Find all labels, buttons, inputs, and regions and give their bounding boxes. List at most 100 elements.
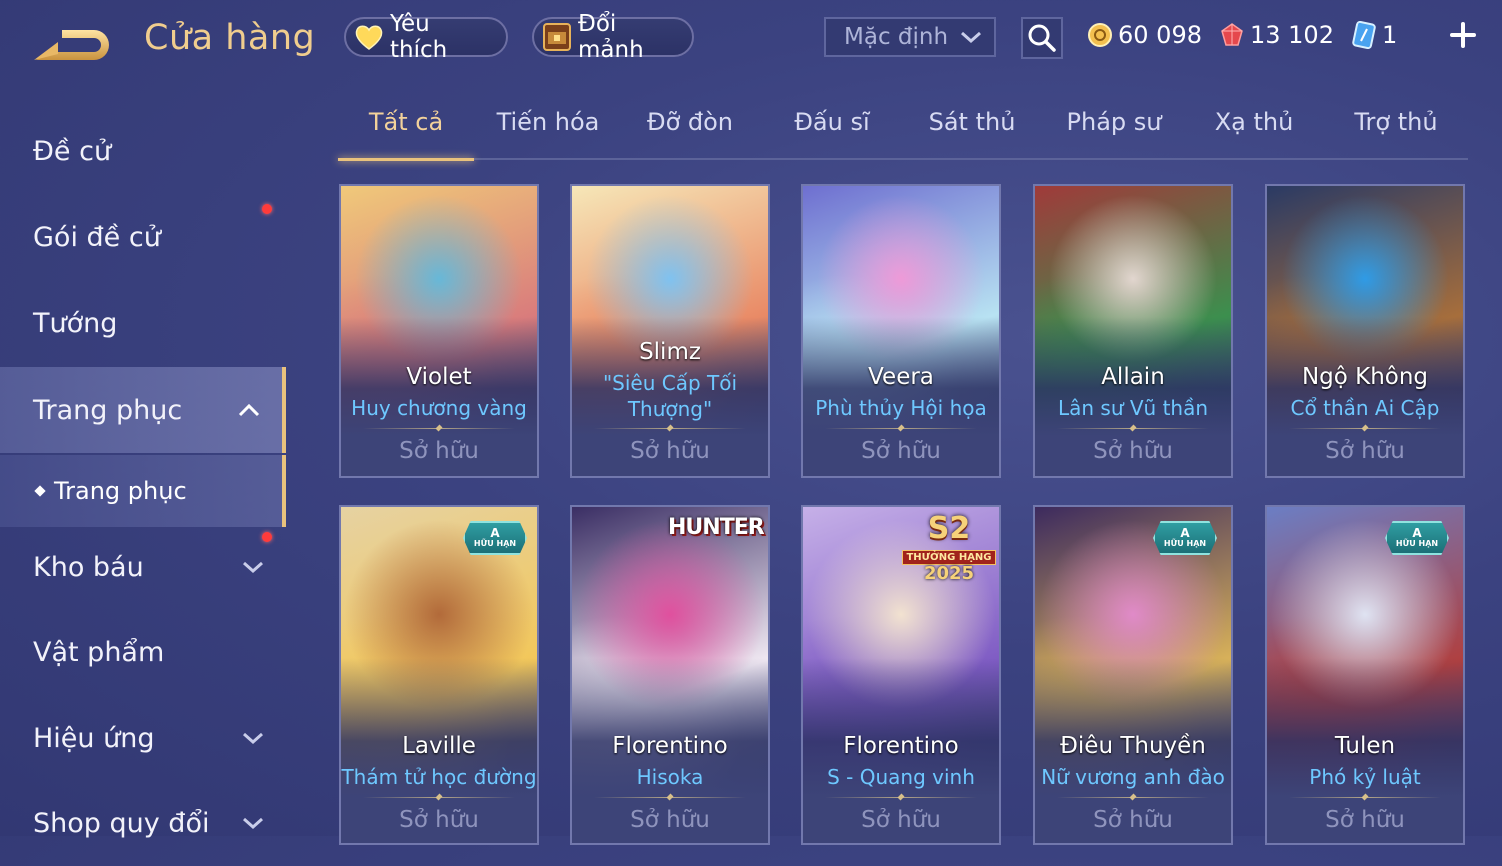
card-divider xyxy=(594,428,746,429)
owned-status: Sở hữu xyxy=(399,438,479,464)
skin-name: Huy chương vàng xyxy=(351,396,527,420)
tab-label: Trợ thủ xyxy=(1354,108,1438,136)
tab-support[interactable]: Trợ thủ xyxy=(1326,108,1466,158)
badge-text: HỮU HẠN xyxy=(1163,539,1207,548)
card-divider xyxy=(1057,797,1209,798)
notification-dot xyxy=(262,204,272,214)
skin-card[interactable]: A HỮU HẠN Tulen Phó kỷ luật Sở hữu xyxy=(1265,505,1465,845)
sidebar-item-exchange-shop[interactable]: Shop quy đổi xyxy=(0,780,286,866)
sidebar-item-recommended-bundles[interactable]: Gói đề cử xyxy=(0,194,286,280)
tab-tank[interactable]: Đỡ đòn xyxy=(620,108,760,158)
sidebar-item-label: Tướng xyxy=(33,307,118,339)
sidebar-item-label: Shop quy đổi xyxy=(33,807,210,839)
skin-name: Phó kỷ luật xyxy=(1309,765,1421,789)
sidebar-item-effects[interactable]: Hiệu ứng xyxy=(0,695,286,781)
skin-name: Cổ thần Ai Cập xyxy=(1290,396,1440,420)
hero-name: Allain xyxy=(1101,364,1165,390)
sidebar-item-heroes[interactable]: Tướng xyxy=(0,280,286,366)
tab-label: Sát thủ xyxy=(928,108,1016,136)
gold-coin-icon xyxy=(1086,21,1114,49)
tab-mage[interactable]: Pháp sư xyxy=(1044,108,1184,158)
ruby-gem-icon xyxy=(1218,21,1246,49)
skin-name: Lân sư Vũ thần xyxy=(1057,396,1209,420)
chevron-up-icon xyxy=(238,403,260,417)
favorites-button[interactable]: Yêu thích xyxy=(344,11,508,63)
voucher-card-icon xyxy=(1350,21,1378,49)
badge-text: HỮU HẠN xyxy=(1395,539,1439,548)
tab-evolution[interactable]: Tiến hóa xyxy=(478,108,618,158)
owned-status: Sở hữu xyxy=(861,438,941,464)
top-up-button[interactable] xyxy=(1446,18,1480,52)
favorites-label: Yêu thích xyxy=(390,11,448,63)
back-button[interactable] xyxy=(32,24,112,66)
tab-assassin[interactable]: Sát thủ xyxy=(902,108,1042,158)
limited-badge: A HỮU HẠN xyxy=(1153,521,1217,555)
card-divider xyxy=(1289,797,1441,798)
card-divider xyxy=(1057,428,1209,429)
notification-dot xyxy=(262,532,272,542)
gold-balance: 60 098 xyxy=(1086,21,1202,49)
skin-card[interactable]: A HỮU HẠN Điêu Thuyền Nữ vương anh đào S… xyxy=(1033,505,1233,845)
skin-name: Hisoka xyxy=(636,765,704,789)
sidebar-item-treasure[interactable]: Kho báu xyxy=(0,524,286,610)
tab-label: Đấu sĩ xyxy=(794,108,870,136)
hero-name: Ngộ Không xyxy=(1301,364,1429,390)
tab-label: Đỡ đòn xyxy=(646,108,734,136)
skin-name: Thám tử học đường xyxy=(341,765,537,789)
skin-card[interactable]: Veera Phù thủy Hội họa Sở hữu xyxy=(801,184,1001,478)
back-arrow-icon xyxy=(34,30,109,60)
chevron-down-icon xyxy=(961,31,981,44)
limited-badge: A HỮU HẠN xyxy=(463,521,527,555)
owned-status: Sở hữu xyxy=(630,438,710,464)
badge-rank: A xyxy=(1412,526,1422,540)
hero-name: Slimz xyxy=(639,339,701,365)
skin-card[interactable]: S2 THƯỞNG HẠNG 2025 Florentino S - Quang… xyxy=(801,505,1001,845)
skin-card[interactable]: HUNTER Florentino Hisoka Sở hữu xyxy=(570,505,770,845)
exchange-shards-button[interactable]: Đổi mảnh xyxy=(532,11,694,63)
sidebar-item-label: Kho báu xyxy=(33,551,144,583)
voucher-value: 1 xyxy=(1381,21,1398,49)
search-icon xyxy=(1028,24,1056,52)
tab-label: Pháp sư xyxy=(1066,108,1162,136)
hero-name: Điêu Thuyền xyxy=(1060,733,1206,759)
hero-name: Violet xyxy=(406,364,472,390)
ruby-balance: 13 102 xyxy=(1218,21,1334,49)
sidebar-item-items[interactable]: Vật phẩm xyxy=(0,609,286,695)
hero-name: Tulen xyxy=(1334,733,1396,759)
hero-name: Veera xyxy=(868,364,934,390)
skin-card[interactable]: Ngộ Không Cổ thần Ai Cập Sở hữu xyxy=(1265,184,1465,478)
skin-card[interactable]: Allain Lân sư Vũ thần Sở hữu xyxy=(1033,184,1233,478)
skin-name: S - Quang vinh xyxy=(827,765,975,789)
season-year: 2025 xyxy=(923,563,975,584)
card-divider xyxy=(363,797,515,798)
hero-name: Laville xyxy=(402,733,476,759)
skin-card[interactable]: A HỮU HẠN Laville Thám tử học đường Sở h… xyxy=(339,505,539,845)
card-divider xyxy=(825,428,977,429)
owned-status: Sở hữu xyxy=(1325,807,1405,833)
tab-fighter[interactable]: Đấu sĩ xyxy=(762,108,902,158)
sidebar-item-skins[interactable]: Trang phục xyxy=(0,367,286,453)
skin-card[interactable]: Slimz "Siêu Cấp Tối Thượng" Sở hữu xyxy=(570,184,770,478)
owned-status: Sở hữu xyxy=(1325,438,1405,464)
chevron-down-icon xyxy=(243,561,263,574)
sidebar-item-label: Đề cử xyxy=(33,135,112,167)
owned-status: Sở hữu xyxy=(630,807,710,833)
sort-dropdown[interactable]: Mặc định xyxy=(824,17,996,57)
tab-all[interactable]: Tất cả xyxy=(338,108,474,161)
card-divider xyxy=(825,797,977,798)
active-tab-indicator xyxy=(338,158,474,161)
exchange-shards-label: Đổi mảnh xyxy=(578,11,644,63)
skin-name: Phù thủy Hội họa xyxy=(815,396,987,420)
skin-name: Nữ vương anh đào xyxy=(1041,765,1225,789)
skin-card[interactable]: Violet Huy chương vàng Sở hữu xyxy=(339,184,539,478)
sidebar-item-recommended[interactable]: Đề cử xyxy=(0,108,286,194)
search-button[interactable] xyxy=(1021,17,1063,59)
chevron-down-icon xyxy=(243,817,263,830)
sidebar-subitem-skins[interactable]: Trang phục xyxy=(0,455,286,527)
badge-text: HỮU HẠN xyxy=(473,539,517,548)
limited-badge: A HỮU HẠN xyxy=(1385,521,1449,555)
voucher-balance: 1 xyxy=(1350,21,1397,49)
category-tabs: Tất cả Tiến hóa Đỡ đòn Đấu sĩ Sát thủ Ph… xyxy=(338,108,1468,161)
skin-name: "Siêu Cấp Tối Thượng" xyxy=(602,371,738,421)
tab-marksman[interactable]: Xạ thủ xyxy=(1184,108,1324,158)
